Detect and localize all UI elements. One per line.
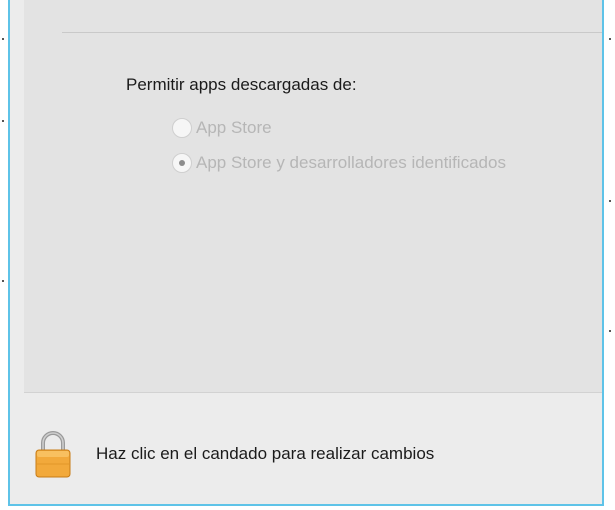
radio-button-selected[interactable] <box>172 153 192 173</box>
lock-icon[interactable] <box>34 429 72 479</box>
lock-instruction-text[interactable]: Haz clic en el candado para realizar cam… <box>96 444 434 464</box>
edge-dot <box>2 280 4 282</box>
radio-option-app-store-identified-developers[interactable]: App Store y desarrolladores identificado… <box>172 151 506 175</box>
lock-row[interactable]: Haz clic en el candado para realizar cam… <box>34 428 434 480</box>
edge-dot <box>609 200 611 202</box>
edge-dot <box>2 38 4 40</box>
section-divider <box>62 32 602 33</box>
allow-apps-heading: Permitir apps descargadas de: <box>126 75 357 94</box>
radio-dot <box>179 160 185 166</box>
radio-button[interactable] <box>172 118 192 138</box>
edge-dot <box>609 38 611 40</box>
radio-label: App Store y desarrolladores identificado… <box>196 153 506 172</box>
radio-option-app-store[interactable]: App Store <box>172 116 272 140</box>
edge-dot <box>609 330 611 332</box>
radio-label: App Store <box>196 118 272 137</box>
general-settings-panel: Permitir apps descargadas de: App Store … <box>24 0 602 393</box>
edge-dot <box>2 120 4 122</box>
security-preferences-window: Permitir apps descargadas de: App Store … <box>8 0 604 506</box>
